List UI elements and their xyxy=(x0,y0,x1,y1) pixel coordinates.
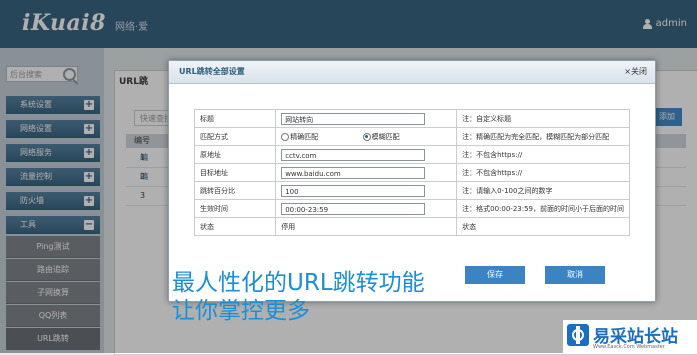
form-row-target: 目标地址 www.baidu.com 注：不包含https:// xyxy=(193,163,630,182)
field-label: 标题 xyxy=(193,109,277,128)
status-value[interactable]: 停用 xyxy=(275,217,458,236)
field-label: 匹配方式 xyxy=(193,127,277,146)
radio-fuzzy-match[interactable] xyxy=(362,132,371,141)
form-row-status: 状态 停用 状态 xyxy=(193,217,630,236)
form-row-percent: 跳转百分比 100 注：请输入0-100之间的数字 xyxy=(193,181,630,200)
percent-input[interactable]: 100 xyxy=(281,184,426,197)
form-row-match: 匹配方式 精确匹配 模糊匹配 注：精确匹配为完全匹配，模糊匹配为部分匹配 xyxy=(193,127,630,146)
field-label: 生效时间 xyxy=(193,199,277,218)
dialog-title: URL跳转全部设置 xyxy=(179,67,245,76)
time-input[interactable]: 00:00-23:59 xyxy=(281,202,426,215)
close-button[interactable]: ×关闭 xyxy=(624,61,647,83)
title-input[interactable]: 网站转向 xyxy=(281,112,426,125)
field-note: 注：自定义标题 xyxy=(456,109,630,128)
settings-form: 标题 网站转向 注：自定义标题 匹配方式 精确匹配 模糊匹配 注：精确匹配为完全… xyxy=(193,109,630,236)
target-url-input[interactable]: www.baidu.com xyxy=(281,166,426,179)
radio-label: 精确匹配 xyxy=(290,132,319,141)
watermark-logo-icon xyxy=(567,324,589,346)
field-label: 状态 xyxy=(193,217,277,236)
form-row-title: 标题 网站转向 注：自定义标题 xyxy=(193,109,630,128)
field-note: 注：精确匹配为完全匹配，模糊匹配为部分匹配 xyxy=(456,127,630,146)
promo-subline: 让你掌控更多 xyxy=(172,298,310,324)
field-label: 跳转百分比 xyxy=(193,181,277,200)
field-note: 注：不包含https:// xyxy=(456,145,630,164)
form-row-time: 生效时间 00:00-23:59 注：格式00:00-23:59，前面的时间小于… xyxy=(193,199,630,218)
field-label: 原地址 xyxy=(193,145,277,164)
save-button[interactable]: 保存 xyxy=(465,266,525,284)
field-note: 注：格式00:00-23:59，前面的时间小于后面的时间 xyxy=(456,199,630,218)
field-note: 注：请输入0-100之间的数字 xyxy=(456,181,630,200)
field-note: 注：不包含https:// xyxy=(456,163,630,182)
radio-exact-match[interactable] xyxy=(281,132,290,141)
form-row-source: 原地址 cctv.com 注：不包含https:// xyxy=(193,145,630,164)
field-label: 目标地址 xyxy=(193,163,277,182)
dialog-header: URL跳转全部设置 ×关闭 xyxy=(169,61,655,84)
radio-label: 模糊匹配 xyxy=(371,132,400,141)
watermark-url: Www.Easck.Com Webmaster xyxy=(593,344,665,350)
field-note: 状态 xyxy=(456,217,630,236)
cancel-button[interactable]: 取消 xyxy=(545,266,605,284)
watermark: 易采站长站 Www.Easck.Com Webmaster xyxy=(563,320,697,353)
source-url-input[interactable]: cctv.com xyxy=(281,148,426,161)
